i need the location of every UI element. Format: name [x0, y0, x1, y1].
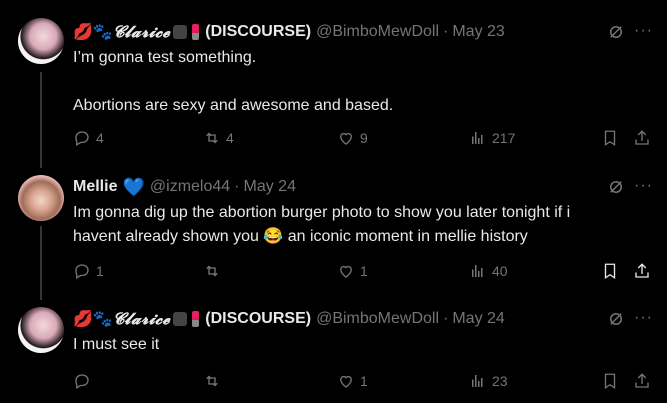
tweet-text-line: havent already shown you 😂 an iconic mom… — [73, 225, 647, 249]
avatar[interactable] — [18, 18, 64, 64]
display-name-suffix: (DISCOURSE) — [205, 310, 312, 327]
tweet-text-segment: havent already shown you — [73, 228, 264, 245]
tweet[interactable]: 💋🐾 𝓒𝓵𝓪𝓻𝓲𝓬𝓮 (DISCOURSE) @BimboMewDoll · M… — [0, 295, 667, 403]
views-button[interactable]: 40 — [469, 261, 508, 281]
tweet-text: I’m gonna test something. Abortions are … — [73, 46, 647, 118]
view-count: 217 — [492, 130, 516, 146]
tweet-actions: 4 4 9 217 — [73, 128, 653, 148]
user-handle[interactable]: @izmelo44 — [150, 178, 230, 196]
share-button[interactable] — [633, 261, 651, 281]
repost-count: 4 — [226, 130, 234, 146]
tweet-text-segment: an iconic moment in mellie history — [283, 228, 528, 245]
tweet-actions: 1 1 40 — [73, 261, 653, 281]
lipstick-icon — [192, 24, 200, 40]
tweet[interactable]: 💋🐾 𝓒𝓵𝓪𝓻𝓲𝓬𝓮 (DISCOURSE) @BimboMewDoll · M… — [0, 0, 667, 165]
heart-icon — [340, 375, 352, 388]
views-button[interactable]: 23 — [469, 371, 508, 391]
tweet-text-line: I’m gonna test something. — [73, 49, 257, 66]
tweet-text: I must see it — [73, 333, 647, 357]
tweet[interactable]: Mellie 💙 @izmelo44 · May 24 ··· Im gonna… — [0, 165, 667, 295]
grok-icon[interactable] — [607, 178, 625, 196]
more-options-button[interactable]: ··· — [634, 22, 653, 40]
view-count: 40 — [492, 263, 508, 279]
bookmark-button[interactable] — [601, 371, 619, 391]
reply-button[interactable]: 4 — [73, 128, 104, 148]
more-options-button[interactable]: ··· — [634, 309, 653, 327]
repost-icon — [206, 265, 218, 277]
tweet-header: 💋🐾 𝓒𝓵𝓪𝓻𝓲𝓬𝓮 (DISCOURSE) @BimboMewDoll · M… — [73, 309, 505, 329]
display-name[interactable]: 💋🐾 𝓒𝓵𝓪𝓻𝓲𝓬𝓮 (DISCOURSE) — [73, 309, 311, 329]
display-name-text: Mellie — [73, 178, 118, 195]
heart-icon — [340, 265, 352, 278]
black-cat-icon — [173, 25, 188, 39]
tweet-header: 💋🐾 𝓒𝓵𝓪𝓻𝓲𝓬𝓮 (DISCOURSE) @BimboMewDoll · M… — [73, 22, 505, 42]
display-name[interactable]: 💋🐾 𝓒𝓵𝓪𝓻𝓲𝓬𝓮 (DISCOURSE) — [73, 22, 311, 42]
grok-icon[interactable] — [607, 23, 625, 41]
display-name-text: 𝓒𝓵𝓪𝓻𝓲𝓬𝓮 — [112, 309, 171, 328]
share-icon — [635, 263, 649, 278]
repost-button[interactable] — [203, 371, 226, 391]
views-icon — [472, 132, 483, 144]
user-handle[interactable]: @BimboMewDoll — [316, 23, 439, 41]
post-date[interactable]: May 24 — [244, 178, 296, 196]
avatar[interactable] — [18, 307, 64, 353]
tweet-text-line: Abortions are sexy and awesome and based… — [73, 97, 394, 114]
tweet-text-line: I must see it — [73, 336, 160, 353]
display-name[interactable]: Mellie 💙 — [73, 177, 145, 198]
like-button[interactable]: 1 — [337, 371, 368, 391]
tweet-header: Mellie 💙 @izmelo44 · May 24 — [73, 177, 296, 197]
more-options-button[interactable]: ··· — [634, 177, 653, 195]
reply-count: 1 — [96, 263, 104, 279]
reply-icon — [75, 131, 89, 146]
bookmark-button[interactable] — [601, 128, 619, 148]
like-count: 1 — [360, 373, 368, 389]
laughing-emoji: 😂 — [263, 228, 284, 245]
reply-count: 4 — [96, 130, 104, 146]
views-icon — [472, 265, 483, 277]
bookmark-icon — [604, 263, 616, 280]
bookmark-icon — [604, 130, 616, 147]
like-count: 1 — [360, 263, 368, 279]
repost-icon — [206, 375, 218, 387]
view-count: 23 — [492, 373, 508, 389]
like-button[interactable]: 1 — [337, 261, 368, 281]
views-button[interactable]: 217 — [469, 128, 515, 148]
bookmark-button[interactable] — [601, 261, 619, 281]
share-icon — [635, 373, 649, 388]
display-name-text: 𝓒𝓵𝓪𝓻𝓲𝓬𝓮 — [112, 22, 171, 41]
post-date[interactable]: May 23 — [452, 23, 504, 41]
black-cat-icon — [173, 312, 188, 326]
blue-heart-emoji: 💙 — [122, 176, 145, 197]
separator: · — [234, 178, 240, 195]
repost-icon — [206, 132, 218, 144]
reply-icon — [75, 374, 89, 389]
share-icon — [635, 130, 649, 145]
tweet-text-line: Im gonna dig up the abortion burger phot… — [73, 204, 571, 221]
bookmark-icon — [604, 373, 616, 390]
views-icon — [472, 375, 483, 387]
tweet-actions: 1 23 — [73, 371, 653, 391]
lips-emoji: 💋🐾 — [73, 311, 113, 328]
lipstick-icon — [192, 311, 200, 327]
share-button[interactable] — [633, 371, 651, 391]
display-name-suffix: (DISCOURSE) — [205, 23, 312, 40]
reply-button[interactable]: 1 — [73, 261, 104, 281]
separator: · — [443, 310, 449, 327]
post-date[interactable]: May 24 — [452, 310, 504, 328]
grok-icon[interactable] — [607, 310, 625, 328]
avatar[interactable] — [18, 175, 64, 221]
heart-icon — [340, 132, 352, 145]
like-count: 9 — [360, 130, 368, 146]
reply-icon — [75, 264, 89, 279]
tweet-text: Im gonna dig up the abortion burger phot… — [73, 201, 647, 249]
share-button[interactable] — [633, 128, 651, 148]
separator: · — [443, 23, 449, 40]
repost-button[interactable] — [203, 261, 226, 281]
like-button[interactable]: 9 — [337, 128, 368, 148]
reply-button[interactable] — [73, 371, 96, 391]
lips-emoji: 💋🐾 — [73, 24, 113, 41]
user-handle[interactable]: @BimboMewDoll — [316, 310, 439, 328]
repost-button[interactable]: 4 — [203, 128, 234, 148]
